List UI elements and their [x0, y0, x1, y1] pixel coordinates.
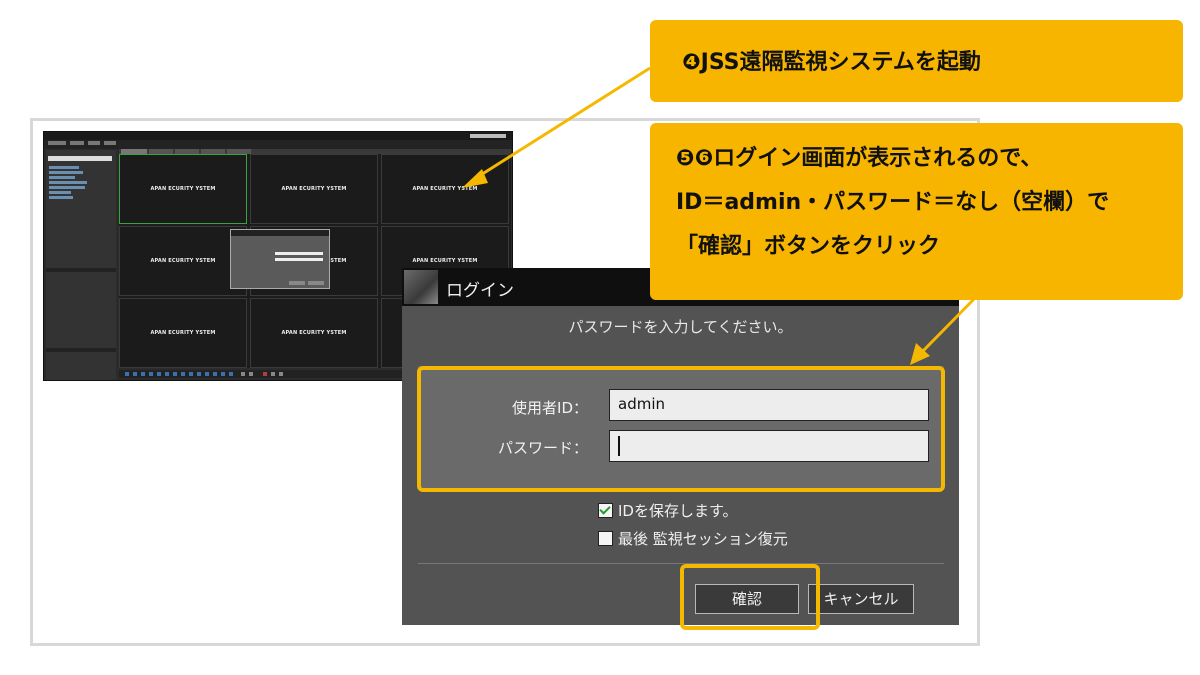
save-id-label: IDを保存します。 [618, 502, 738, 520]
app-brand [470, 134, 506, 138]
checkbox-empty-icon [598, 531, 613, 546]
camera-cell: APAN ECURITY YSTEM [250, 298, 378, 368]
app-menubar [44, 140, 512, 149]
checkbox-checked-icon [598, 503, 613, 518]
app-sidebar [46, 150, 116, 380]
step4-text: ❹JSS遠隔監視システムを起動 [682, 50, 981, 75]
step56-line1: ❺❻ログイン画面が表示されるので、 [676, 146, 1043, 171]
confirm-highlight [680, 564, 820, 630]
divider [418, 563, 944, 564]
camera-cell: APAN ECURITY YSTEM [381, 154, 509, 224]
login-title: ログイン [446, 281, 514, 301]
cancel-button[interactable]: キャンセル [808, 584, 914, 614]
app-icon [404, 270, 438, 304]
camera-cell: APAN ECURITY YSTEM [119, 226, 247, 296]
sidebar-search [48, 156, 112, 161]
app-titlebar [44, 132, 512, 140]
credentials-highlight [417, 366, 945, 492]
login-prompt: パスワードを入力してください。 [568, 318, 793, 336]
step56-line2: ID＝admin・パスワード＝なし（空欄）で [676, 190, 1110, 215]
step56-line3: 「確認」ボタンをクリック [676, 234, 941, 259]
step56-callout: ❺❻ログイン画面が表示されるので、 ID＝admin・パスワード＝なし（空欄）で… [650, 123, 1183, 300]
restore-session-label: 最後 監視セッション復元 [618, 530, 788, 548]
mini-login-dialog [230, 229, 330, 289]
camera-cell: APAN ECURITY YSTEM [119, 154, 247, 224]
camera-cell: APAN ECURITY YSTEM [119, 298, 247, 368]
restore-session-checkbox[interactable]: 最後 監視セッション復元 [598, 528, 788, 549]
step4-callout: ❹JSS遠隔監視システムを起動 [650, 20, 1183, 102]
save-id-checkbox[interactable]: IDを保存します。 [598, 500, 737, 521]
camera-cell: APAN ECURITY YSTEM [250, 154, 378, 224]
